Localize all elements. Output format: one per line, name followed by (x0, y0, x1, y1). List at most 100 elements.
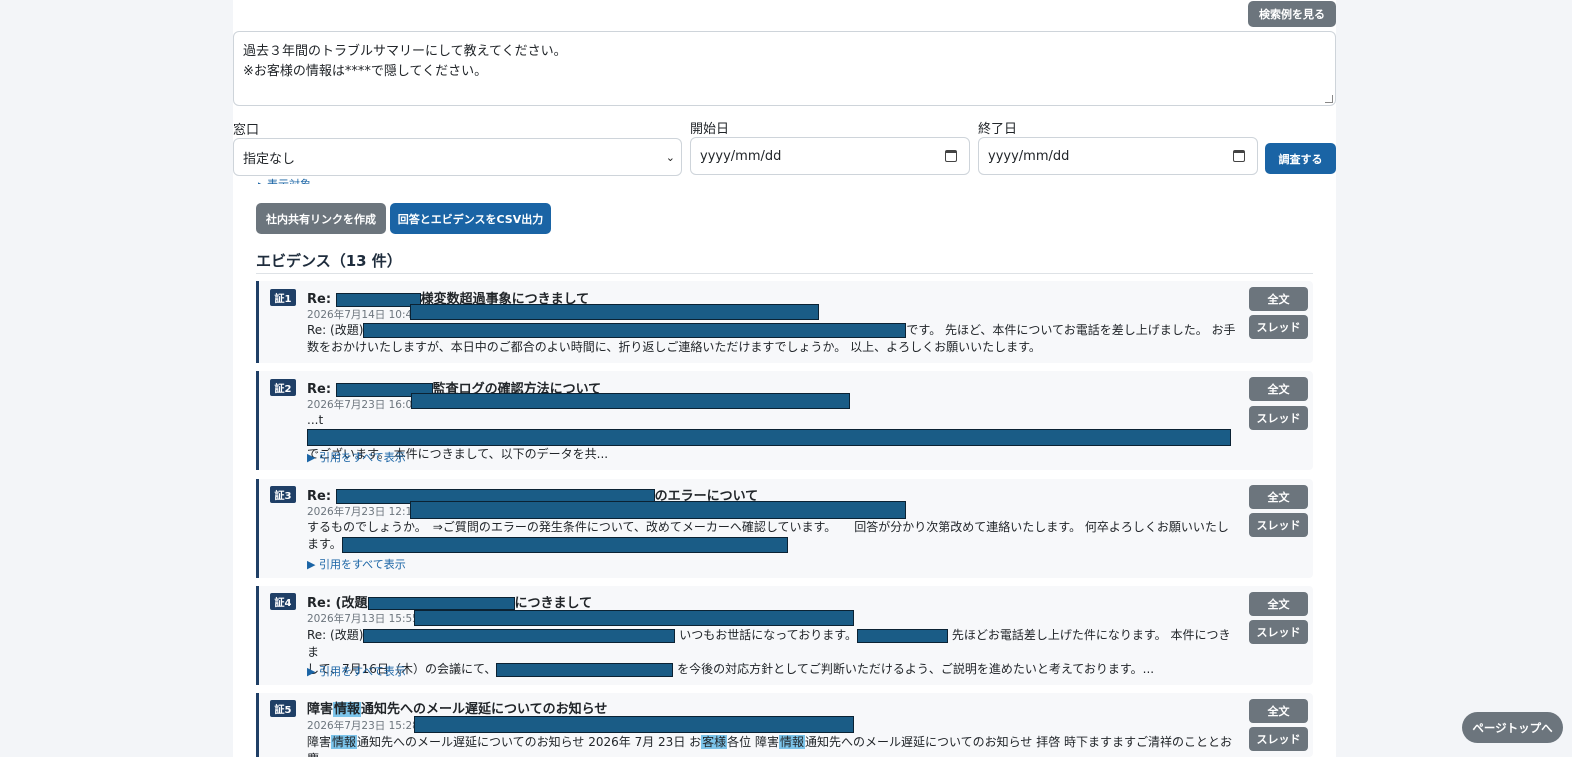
redaction (857, 628, 949, 643)
thread-button[interactable]: スレッド (1249, 315, 1308, 339)
title-text: 障害 (307, 702, 334, 717)
redaction (410, 501, 906, 519)
query-line-2: ※お客様の情報は****で隠してください。 (243, 64, 488, 79)
highlight: 情報 (778, 735, 805, 749)
divider (256, 273, 1313, 274)
chevron-down-icon: ⌄ (665, 151, 675, 164)
body-text: を今後の対応方針としてご判断いただけるよう、ご説明を進めたいと考えております。.… (673, 662, 1155, 676)
highlight: 情報 (331, 735, 358, 749)
end-date-label: 終了日 (978, 122, 1018, 137)
redaction (363, 628, 676, 643)
evidence-meta: 2026年7月13日 15:55 (307, 611, 419, 626)
evidence-body: Re: (改題) です。 先ほど、本件についてお電話を差し上げました。 お手 数を… (307, 322, 1237, 356)
end-date-placeholder: yyyy/mm/dd (988, 148, 1070, 164)
resize-handle[interactable] (1325, 95, 1333, 103)
evidence-heading: エビデンス（13 件） (256, 252, 402, 270)
evidence-badge: 証1 (270, 289, 296, 306)
evidence-date: 2026年7月14日 10:40 (307, 309, 419, 321)
redaction (414, 610, 854, 626)
full-text-button[interactable]: 全文 (1249, 485, 1308, 509)
full-text-button[interactable]: 全文 (1249, 377, 1308, 401)
window-label: 窓口 (233, 123, 260, 138)
start-date-label: 開始日 (690, 122, 730, 137)
body-prefix: Re: (改題) (307, 323, 364, 337)
evidence-card: 証4 Re: (改題 につきまして 2026年7月13日 15:55 Re: (改… (256, 586, 1313, 685)
body-text: するものでしょうか。 ⇒ご質問のエラーの発生条件について、改めてメーカーへ確認し… (307, 520, 1229, 534)
redaction (367, 597, 515, 610)
body-text: 各位 障害 (727, 735, 779, 749)
body-text: 通知先へのメール遅延についてのお知らせ 2026年 7月 23日 お (357, 735, 702, 749)
highlight: 客様 (701, 735, 728, 749)
title-suffix: につきまして (514, 596, 593, 611)
evidence-card: 証3 Re: のエラーについて 2026年7月23日 12:15 するものでしょ… (256, 479, 1313, 578)
calendar-icon[interactable] (1233, 150, 1245, 162)
thread-button[interactable]: スレッド (1249, 513, 1308, 537)
evidence-card: 証5 障害情報通知先へのメール遅延についてのお知らせ 2026年7月23日 15… (256, 693, 1313, 757)
evidence-title[interactable]: 障害情報通知先へのメール遅延についてのお知らせ (307, 698, 607, 717)
evidence-date: 2026年7月23日 15:28 (307, 720, 419, 732)
evidence-meta: 2026年7月23日 15:28 (307, 718, 419, 733)
query-textarea[interactable]: 過去３年間のトラブルサマリーにして教えてください。 ※お客様の情報は****で隠… (233, 31, 1336, 106)
evidence-body: ...t でございます。 本件につきまして、以下のデータを共... (307, 412, 1247, 463)
redaction (410, 304, 819, 320)
body-text: ます。 (307, 537, 342, 551)
redaction (341, 536, 788, 553)
evidence-body: 障害情報通知先へのメール遅延についてのお知らせ 2026年 7月 23日 お客様… (307, 734, 1237, 757)
title-prefix: Re: (改題 (307, 596, 368, 611)
redaction (496, 662, 674, 677)
evidence-badge: 証3 (270, 486, 296, 503)
full-text-button[interactable]: 全文 (1249, 699, 1308, 723)
evidence-badge: 証2 (270, 379, 296, 396)
body-prefix: ...t (307, 413, 324, 427)
title-text: 通知先へのメール遅延についてのお知らせ (361, 702, 608, 717)
thread-button[interactable]: スレッド (1249, 727, 1308, 751)
thread-button[interactable]: スレッド (1249, 620, 1308, 644)
show-all-quotes-toggle[interactable]: ▶ 引用をすべて表示 (307, 556, 406, 572)
page-top-button[interactable]: ページトップへ (1462, 712, 1563, 743)
share-link-button[interactable]: 社内共有リンクを作成 (256, 203, 386, 234)
redaction (414, 716, 854, 733)
body-text: 障害 (307, 735, 332, 749)
start-date-input[interactable]: yyyy/mm/dd (690, 137, 970, 175)
evidence-meta: 2026年7月23日 16:06 (307, 397, 419, 412)
collapsed-section-peek: ▸ 表示対象 (258, 176, 311, 184)
evidence-body: するものでしょうか。 ⇒ご質問のエラーの発生条件について、改めてメーカーへ確認し… (307, 519, 1237, 553)
body-text: 数をおかけいたしますが、本日中のご都合のよい時間に、折り返しご連絡いただけますで… (307, 340, 1041, 354)
title-prefix: Re: (307, 489, 336, 504)
evidence-date: 2026年7月23日 16:06 (307, 399, 419, 411)
csv-export-button[interactable]: 回答とエビデンスをCSV出力 (390, 203, 551, 234)
evidence-date: 2026年7月13日 15:55 (307, 613, 419, 625)
redaction (363, 323, 907, 338)
title-prefix: Re: (307, 382, 336, 397)
highlight: 情報 (333, 702, 362, 717)
end-date-input[interactable]: yyyy/mm/dd (978, 137, 1258, 175)
show-all-quotes-toggle[interactable]: ▶ 引用をすべて表示 (307, 449, 406, 465)
evidence-date: 2026年7月23日 12:15 (307, 506, 419, 518)
evidence-card: 証2 Re: 監査ログの確認方法について 2026年7月23日 16:06 ..… (256, 371, 1313, 470)
redaction (307, 429, 1231, 446)
redaction (411, 393, 850, 409)
window-select-value: 指定なし (243, 151, 296, 167)
evidence-card: 証1 Re: 様変数超過事象につきまして 2026年7月14日 10:40 Re… (256, 281, 1313, 363)
calendar-icon[interactable] (945, 150, 957, 162)
start-date-placeholder: yyyy/mm/dd (700, 148, 782, 164)
evidence-title[interactable]: Re: (改題 につきまして (307, 592, 592, 611)
search-button[interactable]: 調査する (1265, 143, 1336, 174)
thread-button[interactable]: スレッド (1249, 406, 1308, 430)
body-text: いつもお世話になっております。 (675, 628, 858, 642)
evidence-meta: 2026年7月23日 12:15 (307, 504, 419, 519)
view-examples-button[interactable]: 検索例を見る (1248, 1, 1336, 27)
redaction (335, 292, 421, 307)
evidence-meta: 2026年7月14日 10:40 (307, 307, 419, 322)
body-text: です。 先ほど、本件についてお電話を差し上げました。 お手 (906, 323, 1236, 337)
query-line-1: 過去３年間のトラブルサマリーにして教えてください。 (243, 44, 567, 59)
title-prefix: Re: (307, 292, 336, 307)
evidence-body: Re: (改題) いつもお世話になっております。 先ほどお電話差し上げた件になり… (307, 627, 1237, 678)
body-prefix: Re: (改題) (307, 628, 364, 642)
evidence-badge: 証4 (270, 593, 296, 610)
evidence-badge: 証5 (270, 700, 296, 717)
full-text-button[interactable]: 全文 (1249, 592, 1308, 616)
window-select[interactable]: 指定なし ⌄ (233, 138, 682, 176)
full-text-button[interactable]: 全文 (1249, 287, 1308, 311)
show-all-quotes-toggle[interactable]: ▶ 引用をすべて表示 (307, 663, 406, 679)
